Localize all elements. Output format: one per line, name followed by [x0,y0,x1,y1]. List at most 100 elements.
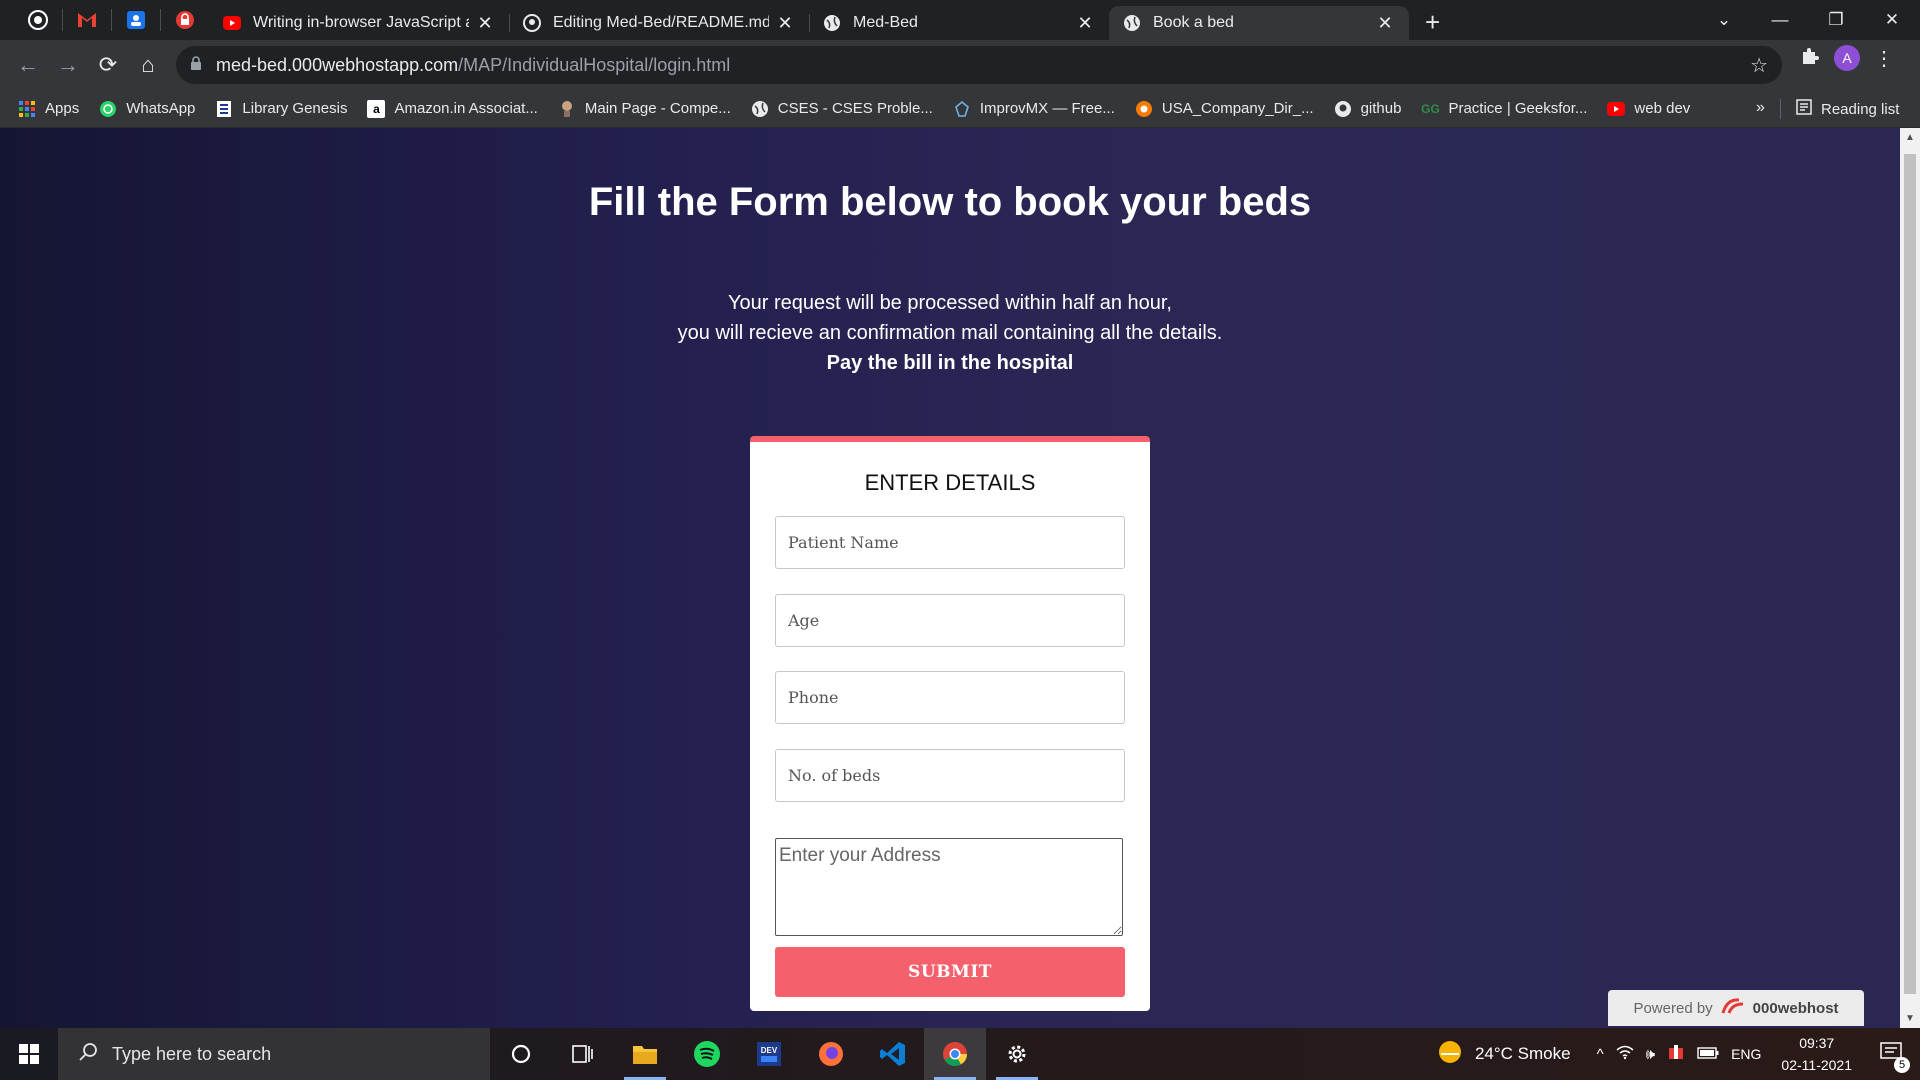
bookmark-cses[interactable]: CSES - CSES Proble... [751,100,933,118]
maximize-button[interactable]: ❐ [1808,10,1864,30]
tab-github[interactable]: Editing Med-Bed/README.md at ✕ [509,6,809,40]
apps-grid-icon [18,100,36,118]
tab-book-a-bed[interactable]: Book a bed ✕ [1109,6,1409,40]
url-text: med-bed.000webhostapp.com/MAP/Individual… [216,55,730,76]
show-hidden-icons-icon[interactable]: ^ [1597,1046,1604,1063]
clock[interactable]: 09:37 02-11-2021 [1781,1032,1852,1076]
firefox-icon[interactable] [800,1028,862,1080]
forward-icon[interactable]: → [48,45,88,85]
settings-gear-icon[interactable] [986,1028,1048,1080]
bookmark-geeksforgeeks[interactable]: GG Practice | Geeksfor... [1421,100,1587,118]
webhost-logo-icon [1721,997,1747,1019]
pinned-tabs [0,0,209,40]
weather-icon[interactable] [1437,1039,1463,1069]
bookmark-label: Practice | Geeksfor... [1448,100,1588,117]
battery-icon[interactable] [1697,1046,1719,1063]
reading-list-button[interactable]: Reading list [1796,90,1899,128]
lock-icon[interactable] [190,55,202,75]
age-input[interactable] [775,594,1125,647]
antivirus-icon[interactable] [1667,1043,1685,1065]
notifications-icon[interactable]: 5 [1880,1041,1910,1073]
youtube-icon [1607,100,1626,118]
close-window-button[interactable]: ✕ [1864,10,1920,30]
page-viewport: Fill the Form below to book your beds Yo… [0,128,1900,1028]
bookmark-star-icon[interactable]: ☆ [1750,53,1768,78]
wifi-icon[interactable] [1616,1044,1634,1064]
scroll-down-arrow[interactable]: ▼ [1900,1013,1920,1024]
bookmark-label: WhatsApp [126,100,196,117]
bookmark-amazon[interactable]: a Amazon.in Associat... [367,99,538,118]
bookmark-usa-company[interactable]: USA_Company_Dir_... [1135,100,1314,118]
profile-avatar[interactable]: A [1834,45,1860,71]
window-controls: ⌄ — ❐ ✕ [1696,0,1920,40]
scroll-up-arrow[interactable]: ▲ [1900,132,1920,143]
info-line-2: you will recieve an confirmation mail co… [677,322,1223,344]
company-dir-icon [1135,100,1153,118]
windows-start-icon[interactable] [0,1028,58,1080]
back-icon[interactable]: ← [8,45,48,85]
address-bar[interactable]: med-bed.000webhostapp.com/MAP/Individual… [176,46,1782,84]
bookmarks-bar: Apps WhatsApp Library Genesis a Amazon.i… [0,90,1920,128]
powered-by-badge[interactable]: Powered by 000webhost [1608,990,1864,1026]
beds-input[interactable] [775,749,1125,802]
bookmark-whatsapp[interactable]: WhatsApp [99,100,195,118]
vscode-icon[interactable] [862,1028,924,1080]
volume-icon[interactable]: 🕪 [1646,1046,1655,1063]
menu-kebab-icon[interactable]: ⋮ [1874,46,1894,71]
spotify-icon[interactable] [676,1028,738,1080]
info-line-3: Pay the bill in the hospital [826,352,1074,374]
extensions-puzzle-icon[interactable] [1800,46,1820,71]
minimize-button[interactable]: — [1752,10,1808,30]
globe-icon [751,100,769,118]
address-textarea[interactable] [775,838,1123,936]
bookmark-main-page[interactable]: Main Page - Compe... [558,100,731,118]
bookmark-improvmx[interactable]: ImprovMX — Free... [953,100,1115,118]
youtube-icon [223,14,241,32]
close-tab-icon[interactable]: ✕ [475,13,495,34]
close-tab-icon[interactable]: ✕ [1375,13,1395,34]
lock-app-icon[interactable] [172,7,198,33]
bookmark-label: CSES - CSES Proble... [777,100,933,117]
language-indicator[interactable]: ENG [1731,1046,1761,1062]
new-tab-button[interactable]: + [1425,7,1440,38]
close-tab-icon[interactable]: ✕ [775,13,795,34]
close-tab-icon[interactable]: ✕ [1075,13,1095,34]
task-view-icon[interactable] [552,1028,614,1080]
gmail-icon[interactable] [74,7,100,33]
tab-search-icon[interactable]: ⌄ [1696,10,1752,30]
submit-button[interactable]: SUBMIT [775,947,1125,997]
reading-list-icon [1796,99,1812,119]
bookmark-label: Apps [45,100,80,117]
page-scrollbar[interactable]: ▲ ▼ [1900,128,1920,1028]
bookmark-label: Main Page - Compe... [584,100,731,117]
patient-name-input[interactable] [775,516,1125,569]
more-bookmarks-icon[interactable]: » [1756,99,1765,117]
amazon-icon: a [367,99,386,118]
url-path: /MAP/IndividualHospital/login.html [458,54,731,75]
file-explorer-icon[interactable] [614,1028,676,1080]
tab-label: Writing in-browser JavaScript and [253,14,469,31]
home-icon[interactable]: ⌂ [128,45,168,85]
phone-input[interactable] [775,671,1125,724]
contacts-icon[interactable] [123,7,149,33]
whatsapp-icon[interactable] [25,7,51,33]
scrollbar-thumb[interactable] [1904,154,1916,994]
taskbar-search[interactable]: Type here to search [58,1028,490,1080]
weather-text[interactable]: 24°C Smoke [1475,1044,1571,1064]
system-tray: 24°C Smoke ^ 🕪 ENG 09:37 02-11-2021 5 [1431,1028,1920,1080]
cortana-icon[interactable] [490,1028,552,1080]
info-text: Your request will be processed within ha… [0,288,1900,378]
tab-med-bed[interactable]: Med-Bed ✕ [809,6,1109,40]
bookmark-apps[interactable]: Apps [18,100,79,118]
booking-form-card: ENTER DETAILS SUBMIT [750,436,1150,1011]
chrome-icon[interactable] [924,1028,986,1080]
bookmark-github[interactable]: github [1334,100,1401,118]
tab-youtube[interactable]: Writing in-browser JavaScript and ✕ [209,6,509,40]
bookmark-web-dev[interactable]: web dev [1607,100,1690,118]
globe-icon [1123,14,1141,32]
dev-app-icon[interactable]: DEV [738,1028,800,1080]
bookmark-library-genesis[interactable]: Library Genesis [215,100,347,118]
tab-label: Editing Med-Bed/README.md at [553,14,769,31]
info-line-1: Your request will be processed within ha… [728,292,1172,314]
reload-icon[interactable]: ⟳ [88,45,128,85]
